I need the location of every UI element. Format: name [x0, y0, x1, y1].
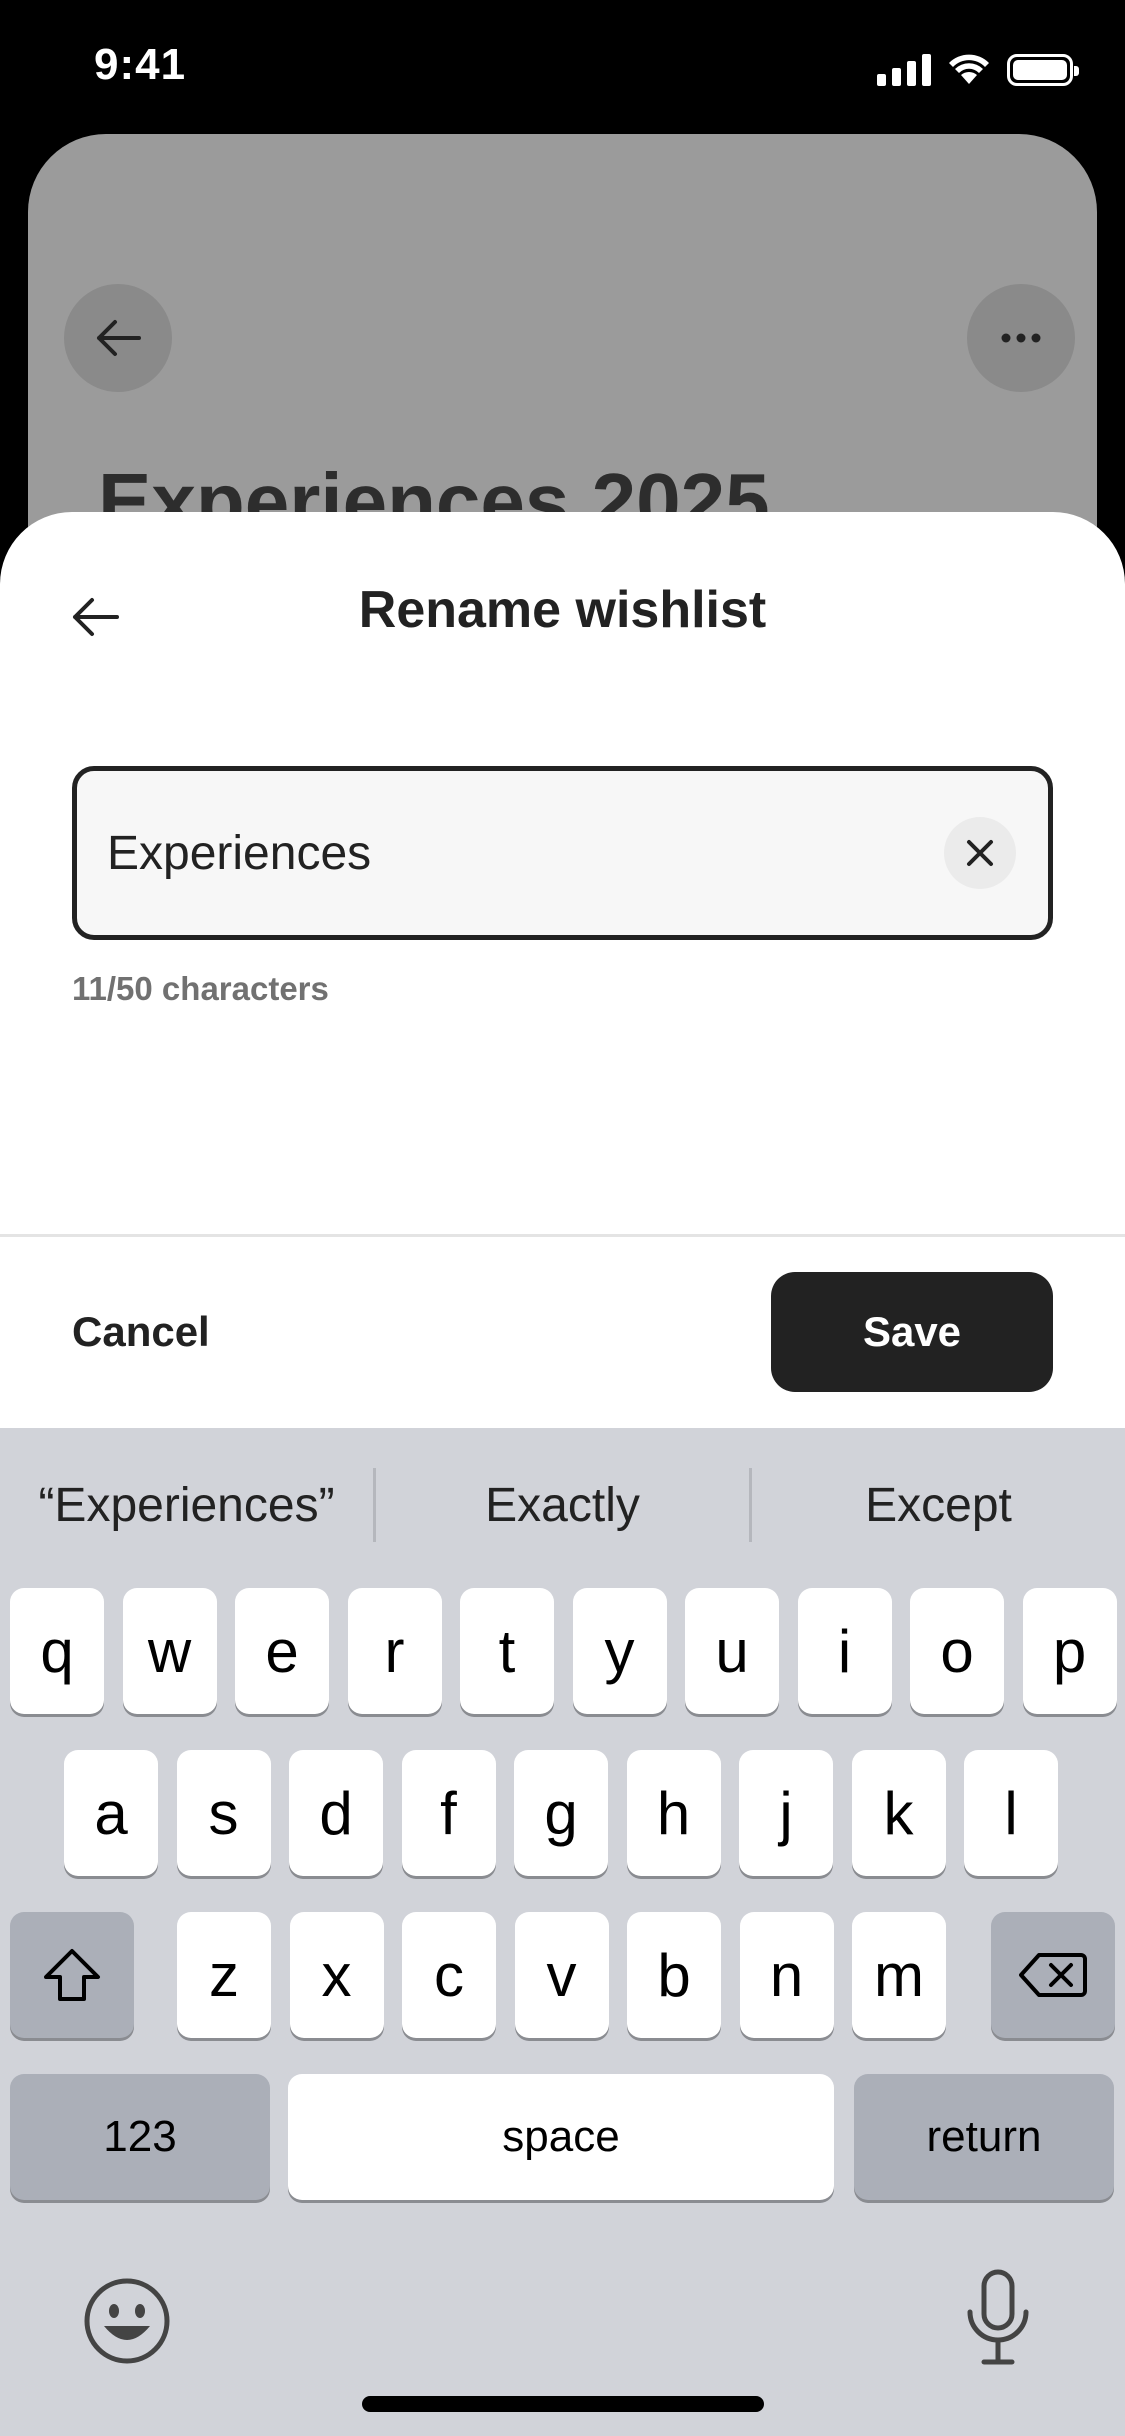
- emoji-icon[interactable]: [82, 2276, 172, 2366]
- key-b[interactable]: b: [627, 1912, 721, 2038]
- key-e[interactable]: e: [235, 1588, 329, 1714]
- character-count: 11/50 characters: [72, 970, 329, 1007]
- save-button[interactable]: Save: [771, 1272, 1053, 1392]
- key-q[interactable]: q: [10, 1588, 104, 1714]
- shift-key[interactable]: [10, 1912, 134, 2038]
- footer-divider: [0, 1234, 1125, 1237]
- key-z[interactable]: z: [177, 1912, 271, 2038]
- key-t[interactable]: t: [460, 1588, 554, 1714]
- on-screen-keyboard: “Experiences” Exactly Except qwertyuiop a…: [0, 1428, 1125, 2436]
- rename-wishlist-sheet: Rename wishlist 11/50 characters Cancel …: [0, 512, 1125, 1428]
- shift-icon: [44, 1949, 100, 2001]
- battery-icon: [1007, 54, 1079, 86]
- cellular-signal-icon: [877, 54, 931, 86]
- sheet-title: Rename wishlist: [358, 581, 767, 639]
- key-c[interactable]: c: [402, 1912, 496, 2038]
- status-icons: [877, 52, 1079, 86]
- key-f[interactable]: f: [401, 1750, 496, 1876]
- key-w[interactable]: w: [122, 1588, 217, 1714]
- ellipsis-icon: [1001, 333, 1041, 343]
- clear-input-button[interactable]: [944, 817, 1016, 889]
- wishlist-name-input[interactable]: [107, 771, 927, 935]
- close-icon: [967, 840, 993, 866]
- prediction-2[interactable]: Exactly: [376, 1478, 749, 1533]
- arrow-left-icon: [97, 320, 141, 356]
- key-g[interactable]: g: [514, 1750, 608, 1876]
- prediction-3[interactable]: Except: [752, 1478, 1125, 1533]
- key-h[interactable]: h: [626, 1750, 721, 1876]
- key-r[interactable]: r: [347, 1588, 442, 1714]
- space-key[interactable]: space: [288, 2074, 834, 2200]
- key-v[interactable]: v: [514, 1912, 609, 2038]
- key-n[interactable]: n: [739, 1912, 834, 2038]
- key-m[interactable]: m: [852, 1912, 946, 2038]
- key-u[interactable]: u: [685, 1588, 779, 1714]
- key-k[interactable]: k: [851, 1750, 946, 1876]
- key-p[interactable]: p: [1022, 1588, 1117, 1714]
- background-more-button: [967, 284, 1075, 392]
- background-back-button: [64, 284, 172, 392]
- key-i[interactable]: i: [797, 1588, 892, 1714]
- key-o[interactable]: o: [910, 1588, 1004, 1714]
- key-d[interactable]: d: [289, 1750, 383, 1876]
- status-bar: 9:41: [0, 0, 1125, 135]
- key-a[interactable]: a: [64, 1750, 158, 1876]
- wishlist-name-field: [72, 766, 1053, 940]
- prediction-1[interactable]: “Experiences”: [0, 1478, 373, 1533]
- status-time: 9:41: [94, 40, 187, 89]
- return-key[interactable]: return: [854, 2074, 1114, 2200]
- cancel-button[interactable]: Cancel: [72, 1308, 210, 1356]
- key-y[interactable]: y: [572, 1588, 667, 1714]
- microphone-icon[interactable]: [962, 2268, 1034, 2368]
- backspace-icon: [1019, 1953, 1087, 1997]
- key-l[interactable]: l: [964, 1750, 1058, 1876]
- key-j[interactable]: j: [739, 1750, 833, 1876]
- delete-key[interactable]: [991, 1912, 1115, 2038]
- numbers-key[interactable]: 123: [10, 2074, 270, 2200]
- key-s[interactable]: s: [176, 1750, 271, 1876]
- wifi-icon: [949, 54, 989, 84]
- key-x[interactable]: x: [289, 1912, 384, 2038]
- predictive-text-bar: “Experiences” Exactly Except: [0, 1428, 1125, 1582]
- home-indicator: [362, 2396, 764, 2412]
